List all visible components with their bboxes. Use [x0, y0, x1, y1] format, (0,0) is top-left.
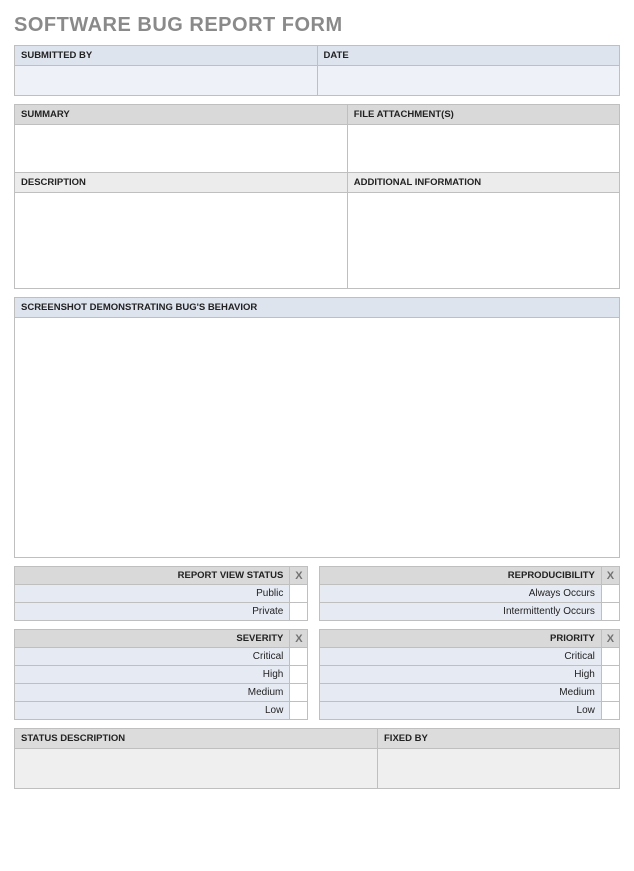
reproducibility-checkbox-always[interactable] [601, 585, 619, 603]
status-table: STATUS DESCRIPTION FIXED BY [14, 728, 620, 789]
screenshot-label: SCREENSHOT DEMONSTRATING BUG'S BEHAVIOR [15, 298, 620, 318]
screenshot-table: SCREENSHOT DEMONSTRATING BUG'S BEHAVIOR [14, 297, 620, 558]
priority-option: Critical [320, 648, 601, 666]
severity-checkbox-medium[interactable] [290, 684, 308, 702]
status-description-label: STATUS DESCRIPTION [15, 729, 378, 749]
reproducibility-header: REPRODUCIBILITY [320, 567, 601, 585]
fixed-by-label: FIXED BY [378, 729, 620, 749]
additional-info-label: ADDITIONAL INFORMATION [347, 173, 619, 193]
priority-checkbox-critical[interactable] [601, 648, 619, 666]
detail-table: SUMMARY FILE ATTACHMENT(S) DESCRIPTION A… [14, 104, 620, 289]
status-description-input[interactable] [15, 749, 378, 789]
severity-priority-table: SEVERITY X PRIORITY X Critical Critical … [14, 629, 620, 720]
severity-option: Critical [15, 648, 290, 666]
priority-header: PRIORITY [320, 630, 601, 648]
viewstatus-option: Public [15, 585, 290, 603]
description-input[interactable] [15, 193, 348, 289]
reproducibility-x-header: X [601, 567, 619, 585]
priority-checkbox-medium[interactable] [601, 684, 619, 702]
severity-option: High [15, 666, 290, 684]
priority-option: High [320, 666, 601, 684]
priority-option: Low [320, 702, 601, 720]
priority-checkbox-high[interactable] [601, 666, 619, 684]
priority-checkbox-low[interactable] [601, 702, 619, 720]
file-attachments-label: FILE ATTACHMENT(S) [347, 105, 619, 125]
viewstatus-reproducibility-table: REPORT VIEW STATUS X REPRODUCIBILITY X P… [14, 566, 620, 621]
viewstatus-option: Private [15, 603, 290, 621]
submitted-by-label: SUBMITTED BY [15, 46, 318, 66]
submitted-by-input[interactable] [15, 66, 318, 96]
summary-label: SUMMARY [15, 105, 348, 125]
severity-checkbox-critical[interactable] [290, 648, 308, 666]
severity-header: SEVERITY [15, 630, 290, 648]
viewstatus-x-header: X [290, 567, 308, 585]
submitted-date-table: SUBMITTED BY DATE [14, 45, 620, 96]
severity-checkbox-low[interactable] [290, 702, 308, 720]
reproducibility-checkbox-intermittent[interactable] [601, 603, 619, 621]
viewstatus-checkbox-public[interactable] [290, 585, 308, 603]
additional-info-input[interactable] [347, 193, 619, 289]
screenshot-input[interactable] [15, 318, 620, 558]
reproducibility-option: Always Occurs [320, 585, 601, 603]
date-label: DATE [317, 46, 620, 66]
priority-x-header: X [601, 630, 619, 648]
description-label: DESCRIPTION [15, 173, 348, 193]
severity-checkbox-high[interactable] [290, 666, 308, 684]
viewstatus-checkbox-private[interactable] [290, 603, 308, 621]
fixed-by-input[interactable] [378, 749, 620, 789]
file-attachments-input[interactable] [347, 125, 619, 173]
viewstatus-header: REPORT VIEW STATUS [15, 567, 290, 585]
severity-x-header: X [290, 630, 308, 648]
severity-option: Medium [15, 684, 290, 702]
priority-option: Medium [320, 684, 601, 702]
summary-input[interactable] [15, 125, 348, 173]
reproducibility-option: Intermittently Occurs [320, 603, 601, 621]
severity-option: Low [15, 702, 290, 720]
page-title: SOFTWARE BUG REPORT FORM [14, 14, 620, 37]
date-input[interactable] [317, 66, 620, 96]
